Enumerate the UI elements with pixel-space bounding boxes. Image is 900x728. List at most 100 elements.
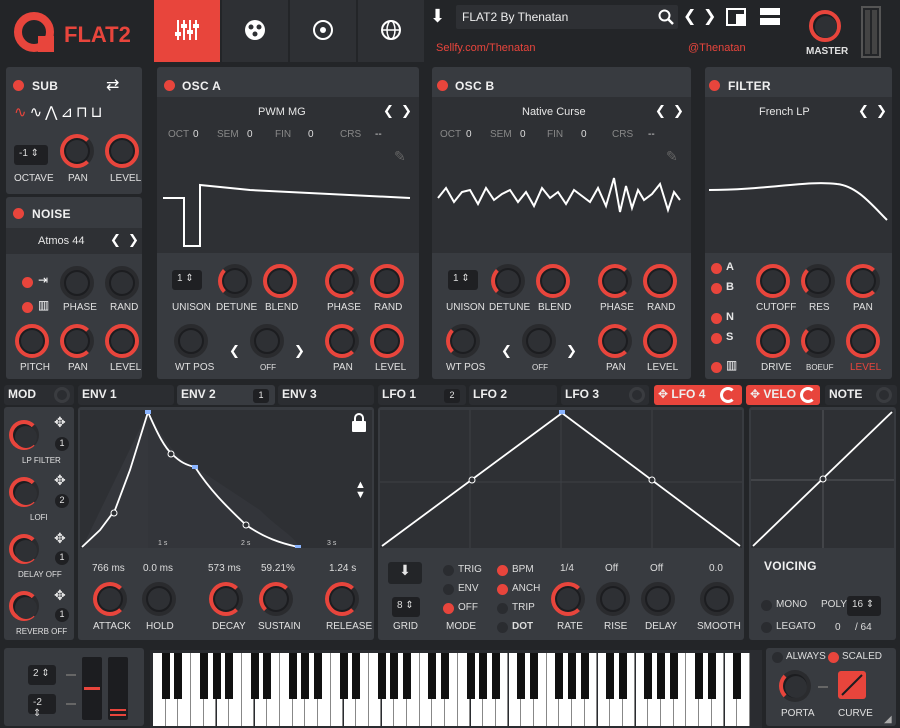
black-key[interactable] bbox=[644, 653, 653, 699]
twitter-link[interactable]: @Thenatan bbox=[688, 42, 746, 54]
tri-wave-icon[interactable]: ⋀ bbox=[45, 104, 60, 121]
mod-slot-4-move-icon[interactable]: ✥ bbox=[54, 587, 66, 604]
filter-keys-icon[interactable]: ▥ bbox=[726, 358, 737, 372]
porta-knob[interactable] bbox=[779, 670, 811, 702]
filter-keytrack-led[interactable] bbox=[711, 362, 722, 373]
osc-b-wtpos-knob[interactable] bbox=[446, 324, 480, 358]
osc-b-detune-knob[interactable] bbox=[491, 264, 525, 298]
osc-a-preset[interactable]: PWM MG bbox=[258, 106, 306, 118]
mono-label[interactable]: MONO bbox=[776, 599, 807, 610]
black-key[interactable] bbox=[212, 653, 221, 699]
lfo-dot-label[interactable]: DOT bbox=[512, 621, 533, 632]
sub-level-knob[interactable] bbox=[105, 134, 139, 168]
always-led[interactable] bbox=[772, 652, 783, 663]
noise-keys-icon[interactable]: ▥ bbox=[38, 298, 49, 312]
sub-octave-stepper[interactable]: -1 ⇕ bbox=[14, 145, 48, 165]
filter-preset[interactable]: French LP bbox=[759, 106, 810, 118]
tab-lfo2[interactable]: LFO 2 bbox=[469, 385, 557, 405]
tab-mixer[interactable] bbox=[154, 0, 220, 62]
lfo-grid-stepper[interactable]: 8 ⇕ bbox=[392, 597, 420, 617]
filter-cutoff-knob[interactable] bbox=[756, 264, 790, 298]
osc-a-wtpos-knob[interactable] bbox=[174, 324, 208, 358]
black-key[interactable] bbox=[263, 653, 272, 699]
curve-button[interactable] bbox=[838, 671, 866, 699]
noise-pitch-knob[interactable] bbox=[15, 324, 49, 358]
osc-b-prev-icon[interactable]: ❮ bbox=[655, 103, 666, 119]
window-icon[interactable] bbox=[726, 8, 746, 26]
black-key[interactable] bbox=[466, 653, 475, 699]
env-release-knob[interactable] bbox=[325, 582, 359, 616]
filter-drive-knob[interactable] bbox=[756, 324, 790, 358]
osc-a-phase-knob[interactable] bbox=[325, 264, 359, 298]
sub-enable-led[interactable] bbox=[13, 80, 24, 91]
lfo-smooth-knob[interactable] bbox=[700, 582, 734, 616]
lfo-graph[interactable] bbox=[380, 410, 742, 548]
pitch-down-stepper[interactable]: -2 ⇕ bbox=[28, 694, 56, 719]
osc-a-enable-led[interactable] bbox=[164, 80, 175, 91]
noise-led-2[interactable] bbox=[22, 302, 33, 313]
env-release-value[interactable]: 1.24 s bbox=[329, 563, 356, 574]
sine-wave-icon[interactable]: ∿ bbox=[14, 104, 30, 121]
noise-pan-knob[interactable] bbox=[60, 324, 94, 358]
osc-a-edit-icon[interactable]: ✎ bbox=[394, 148, 406, 165]
black-key[interactable] bbox=[428, 653, 437, 699]
mod-slot-1-move-icon[interactable]: ✥ bbox=[54, 414, 66, 431]
mod-slot-3-move-icon[interactable]: ✥ bbox=[54, 530, 66, 547]
noise-preset[interactable]: Atmos 44 bbox=[38, 235, 84, 247]
lfo-trip-label[interactable]: TRIP bbox=[512, 602, 535, 613]
lfo-load-button[interactable]: ⬇ bbox=[388, 562, 422, 584]
black-key[interactable] bbox=[225, 653, 234, 699]
env-sustain-value[interactable]: 59.21% bbox=[261, 563, 295, 574]
noise-rand-knob[interactable] bbox=[105, 266, 139, 300]
search-icon[interactable] bbox=[658, 9, 674, 25]
noise-enable-led[interactable] bbox=[13, 208, 24, 219]
mod-slot-1-knob[interactable] bbox=[9, 420, 39, 450]
env-decay-knob[interactable] bbox=[209, 582, 243, 616]
black-key[interactable] bbox=[479, 653, 488, 699]
black-key[interactable] bbox=[695, 653, 704, 699]
sub-pan-knob[interactable] bbox=[60, 134, 94, 168]
lfo-bpm-led[interactable] bbox=[497, 565, 508, 576]
tab-fx[interactable] bbox=[222, 0, 288, 62]
osc-b-warp-knob[interactable] bbox=[522, 324, 556, 358]
filter-level-knob[interactable] bbox=[846, 324, 880, 358]
lock-icon[interactable] bbox=[352, 413, 366, 433]
noise-retrigger-icon[interactable]: ⇥ bbox=[38, 273, 48, 287]
lfo-trig-label[interactable]: TRIG bbox=[458, 564, 482, 575]
osc-b-blend-knob[interactable] bbox=[536, 264, 570, 298]
menu-icon[interactable] bbox=[760, 8, 780, 26]
black-key[interactable] bbox=[301, 653, 310, 699]
pitch-wheel[interactable] bbox=[82, 657, 102, 720]
osc-a-pan-knob[interactable] bbox=[325, 324, 359, 358]
sub-waveforms[interactable]: ∿∿⋀⊿⊓⊔ bbox=[14, 103, 105, 121]
filter-prev-icon[interactable]: ❮ bbox=[858, 103, 869, 119]
black-key[interactable] bbox=[441, 653, 450, 699]
lfo-bpm-label[interactable]: BPM bbox=[512, 564, 534, 575]
sub-shift-icon[interactable]: ⇄ bbox=[106, 75, 119, 95]
tab-matrix[interactable] bbox=[290, 0, 356, 62]
lfo-anch-led[interactable] bbox=[497, 584, 508, 595]
filter-route-a-led[interactable] bbox=[711, 263, 722, 274]
black-key[interactable] bbox=[669, 653, 678, 699]
mono-led[interactable] bbox=[761, 600, 772, 611]
osc-b-unison-stepper[interactable]: 1 ⇕ bbox=[448, 270, 478, 290]
filter-pan-knob[interactable] bbox=[846, 264, 880, 298]
noise-phase-knob[interactable] bbox=[60, 266, 94, 300]
osc-b-preset[interactable]: Native Curse bbox=[522, 106, 586, 118]
black-key[interactable] bbox=[390, 653, 399, 699]
lfo-off-label[interactable]: OFF bbox=[458, 602, 478, 613]
black-key[interactable] bbox=[174, 653, 183, 699]
osc-a-crs-value[interactable]: -- bbox=[375, 129, 382, 140]
prev-preset-icon[interactable]: ❮ bbox=[683, 6, 696, 26]
mod-slot-4-knob[interactable] bbox=[9, 591, 39, 621]
noise-led-1[interactable] bbox=[22, 277, 33, 288]
osc-b-phase-knob[interactable] bbox=[598, 264, 632, 298]
osc-a-warp-prev-icon[interactable]: ❮ bbox=[229, 343, 240, 359]
osc-b-pan-knob[interactable] bbox=[598, 324, 632, 358]
noise-prev-icon[interactable]: ❮ bbox=[110, 232, 121, 248]
lfo-delay-value[interactable]: Off bbox=[650, 563, 663, 574]
lfo-trip-led[interactable] bbox=[497, 603, 508, 614]
osc-b-fin-value[interactable]: 0 bbox=[581, 129, 587, 140]
osc-b-crs-value[interactable]: -- bbox=[648, 129, 655, 140]
pulse-wave-icon[interactable]: ⊔ bbox=[91, 104, 106, 121]
